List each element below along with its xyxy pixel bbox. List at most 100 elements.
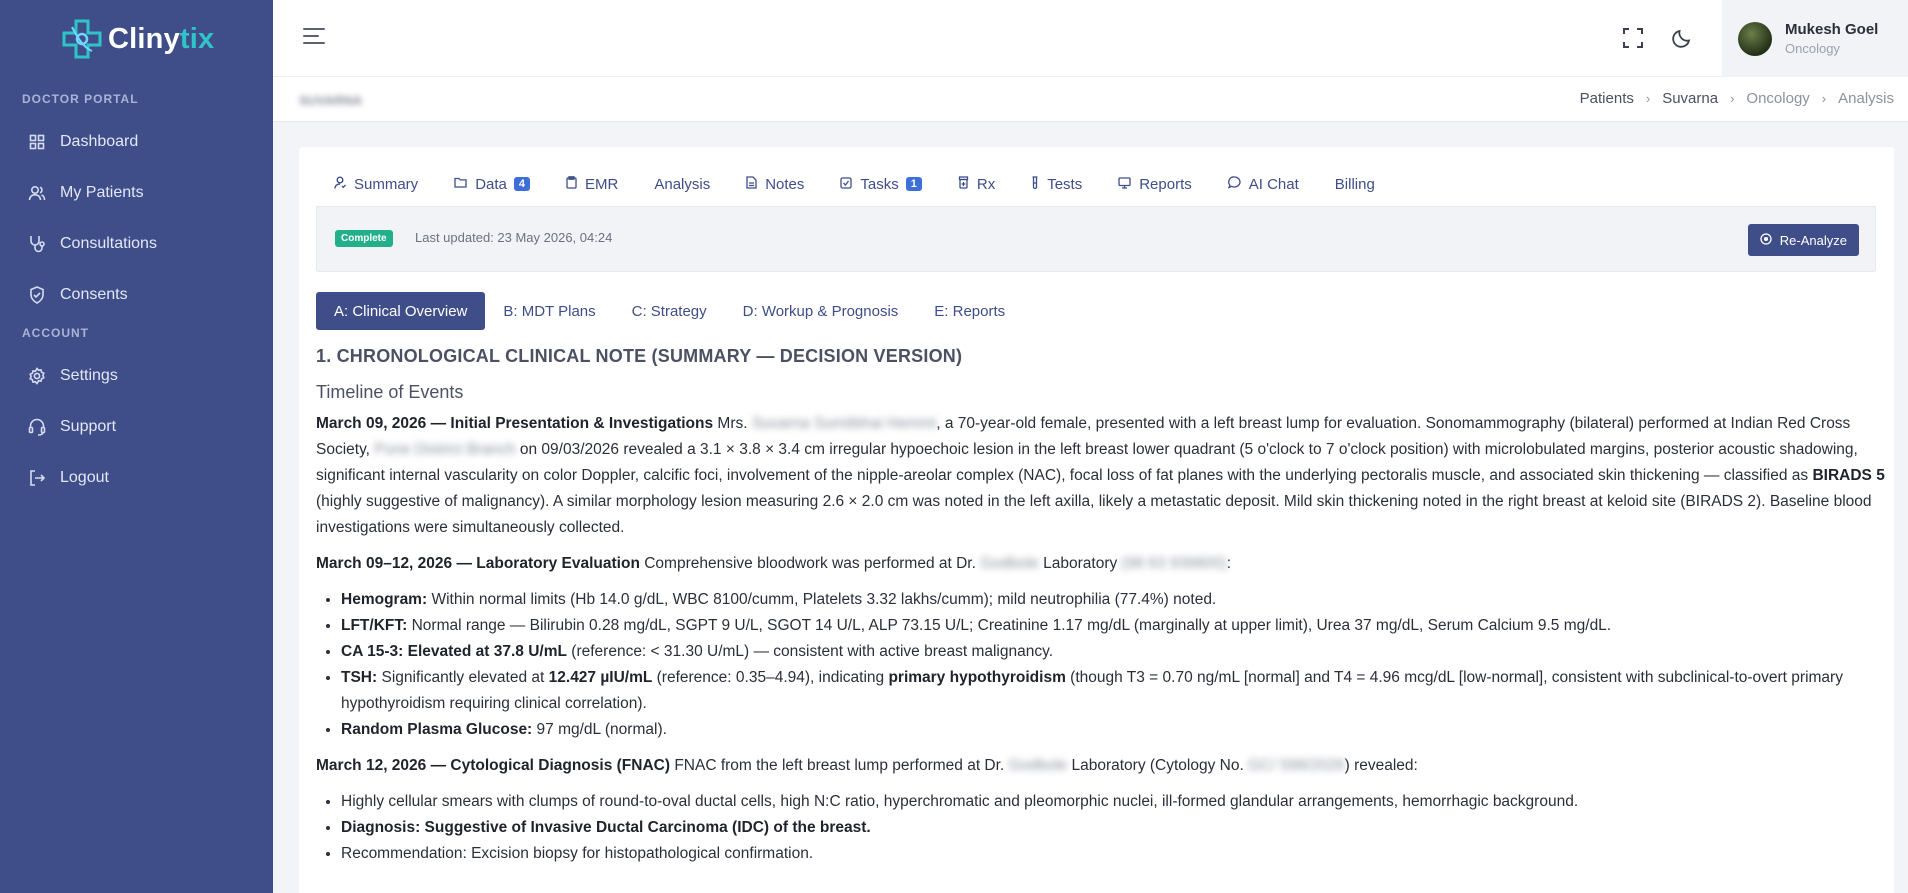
sidebar-item-label: Consultations (60, 234, 157, 252)
tab-tasks[interactable]: Tasks 1 (822, 161, 939, 207)
tab-emr[interactable]: EMR (548, 161, 636, 207)
lab-key: LFT/KFT: (341, 617, 408, 634)
sidebar-item-logout[interactable]: Logout (0, 452, 273, 503)
monitor-icon (1118, 176, 1131, 192)
tab-analysis[interactable]: Analysis (636, 161, 729, 208)
analysis-status-bar: Complete Last updated: 23 May 2026, 04:2… (316, 206, 1876, 272)
clipboard-icon (566, 176, 577, 192)
timeline-entry: March 12, 2026 — Cytological Diagnosis (… (316, 753, 1886, 779)
users-icon (28, 184, 46, 202)
fullscreen-icon[interactable] (1622, 27, 1644, 49)
timeline-text: Comprehensive bloodwork was performed at… (639, 555, 981, 572)
tab-label: Billing (1334, 175, 1375, 193)
list-item: Highly cellular smears with clumps of ro… (341, 789, 1886, 815)
sidebar-item-label: My Patients (60, 183, 144, 201)
subtab-clinical-overview[interactable]: A: Clinical Overview (316, 292, 486, 330)
tab-summary[interactable]: Summary (316, 161, 436, 207)
redacted-text: GC/ 598/2026 (1248, 757, 1345, 774)
analysis-subtabs: A: Clinical Overview B: MDT Plans C: Str… (316, 292, 1023, 330)
tab-rx[interactable]: Rx (940, 161, 1013, 207)
tab-label: Tasks (860, 175, 899, 193)
sidebar-item-dashboard[interactable]: Dashboard (0, 116, 273, 167)
timeline-entry: March 09–12, 2026 — Laboratory Evaluatio… (316, 551, 1886, 577)
logo-cross-icon (60, 17, 104, 61)
list-item: TSH: Significantly elevated at 12.427 µI… (341, 665, 1886, 717)
tab-count-badge: 1 (905, 177, 922, 191)
lab-key: Random Plasma Glucose: (341, 721, 533, 738)
subtab-strategy[interactable]: C: Strategy (614, 292, 725, 330)
breadcrumb-current: Analysis (1838, 90, 1894, 107)
subtab-reports[interactable]: E: Reports (916, 292, 1023, 330)
breadcrumb-bar: SUVARNA Patients › Suvarna › Oncology › … (273, 77, 1908, 122)
lab-value-bold: 12.427 µIU/mL (548, 669, 653, 686)
timeline-text: (highly suggestive of malignancy). A sim… (316, 493, 1872, 536)
lab-value: 97 mg/dL (normal). (532, 721, 667, 738)
tab-data[interactable]: Data 4 (436, 161, 548, 207)
lab-results-list: Hemogram: Within normal limits (Hb 14.0 … (316, 587, 1886, 743)
tab-notes[interactable]: Notes (728, 161, 822, 207)
timeline-text: : (1226, 555, 1231, 572)
sidebar-item-settings[interactable]: Settings (0, 350, 273, 401)
chevron-right-icon: › (1730, 91, 1735, 106)
timeline-date: March 09–12, 2026 — Laboratory Evaluatio… (316, 555, 640, 572)
dark-mode-icon[interactable] (1671, 27, 1693, 49)
gear-icon (28, 366, 46, 385)
headset-icon (28, 418, 46, 436)
chevron-right-icon: › (1645, 91, 1651, 106)
clinical-note-content: 1. CHRONOLOGICAL CLINICAL NOTE (SUMMARY … (316, 346, 1886, 867)
menu-toggle-icon[interactable] (303, 28, 327, 50)
timeline-text: Laboratory (Cytology No. (1067, 757, 1249, 774)
sidebar: Clinytix DOCTOR PORTAL Dashboard My Pati… (0, 0, 273, 893)
user-profile[interactable]: Mukesh Goel Oncology (1722, 0, 1908, 77)
avatar (1738, 21, 1772, 56)
redacted-text: Godbole (1008, 757, 1068, 774)
breadcrumb-department[interactable]: Oncology (1746, 90, 1809, 107)
list-item: Diagnosis: Suggestive of Invasive Ductal… (341, 815, 1886, 841)
tab-label: Analysis (654, 175, 711, 193)
tab-label: Notes (765, 175, 805, 193)
timeline-text: on 09/03/2026 revealed a 3.1 × 3.8 × 3.4… (316, 441, 1858, 484)
breadcrumb-patient[interactable]: Suvarna (1662, 90, 1718, 107)
subtab-workup-prognosis[interactable]: D: Workup & Prognosis (725, 292, 917, 330)
tab-ai-chat[interactable]: AI Chat (1210, 161, 1317, 207)
document-icon (746, 176, 757, 192)
tab-bar: Summary Data 4 EMR Analysis Notes Tasks … (316, 161, 1876, 208)
list-item: Hemogram: Within normal limits (Hb 14.0 … (341, 587, 1886, 613)
page-title: SUVARNA (299, 93, 363, 108)
tab-reports[interactable]: Reports (1100, 161, 1210, 207)
birads-value: BIRADS 5 (1812, 467, 1885, 484)
re-analyze-button[interactable]: Re-Analyze (1747, 224, 1859, 256)
lab-value: (reference: 0.35–4.94), indicating (652, 669, 889, 686)
tab-label: AI Chat (1248, 175, 1299, 193)
nav-section-account: ACCOUNT (22, 326, 89, 340)
list-item: Recommendation: Excision biopsy for hist… (341, 841, 1886, 867)
lab-value-bold: primary hypothyroidism (888, 669, 1066, 686)
sidebar-item-label: Consents (60, 285, 128, 303)
top-header: Mukesh Goel Oncology (273, 0, 1908, 77)
tab-tests[interactable]: Tests (1013, 161, 1100, 207)
lab-key: CA 15-3: Elevated at 37.8 U/mL (341, 643, 567, 660)
redacted-text: (98 63 939800) (1121, 555, 1227, 572)
sidebar-item-my-patients[interactable]: My Patients (0, 167, 273, 218)
sidebar-item-consents[interactable]: Consents (0, 269, 273, 320)
sidebar-item-support[interactable]: Support (0, 401, 273, 452)
timeline-text: ) revealed: (1344, 757, 1418, 774)
tab-billing[interactable]: Billing (1317, 161, 1393, 207)
lab-value: Within normal limits (Hb 14.0 g/dL, WBC … (427, 591, 1217, 608)
re-analyze-label: Re-Analyze (1779, 232, 1847, 248)
list-item: CA 15-3: Elevated at 37.8 U/mL (referenc… (341, 639, 1886, 665)
breadcrumb-patients[interactable]: Patients (1580, 90, 1634, 107)
logout-icon (28, 469, 46, 487)
subtab-mdt-plans[interactable]: B: MDT Plans (485, 292, 613, 330)
refresh-circle-icon (1760, 232, 1772, 248)
tab-count-badge: 4 (513, 177, 530, 191)
sidebar-item-consultations[interactable]: Consultations (0, 218, 273, 269)
last-updated-text: Last updated: 23 May 2026, 04:24 (415, 230, 613, 245)
section-heading: 1. CHRONOLOGICAL CLINICAL NOTE (SUMMARY … (316, 346, 963, 366)
lab-value: (reference: < 31.30 U/mL) — consistent w… (566, 643, 1054, 660)
sidebar-item-label: Settings (60, 366, 118, 384)
shield-check-icon (28, 285, 46, 304)
cytology-findings-list: Highly cellular smears with clumps of ro… (316, 789, 1886, 867)
app-logo[interactable]: Clinytix (0, 0, 273, 78)
user-role: Oncology (1785, 41, 1840, 56)
